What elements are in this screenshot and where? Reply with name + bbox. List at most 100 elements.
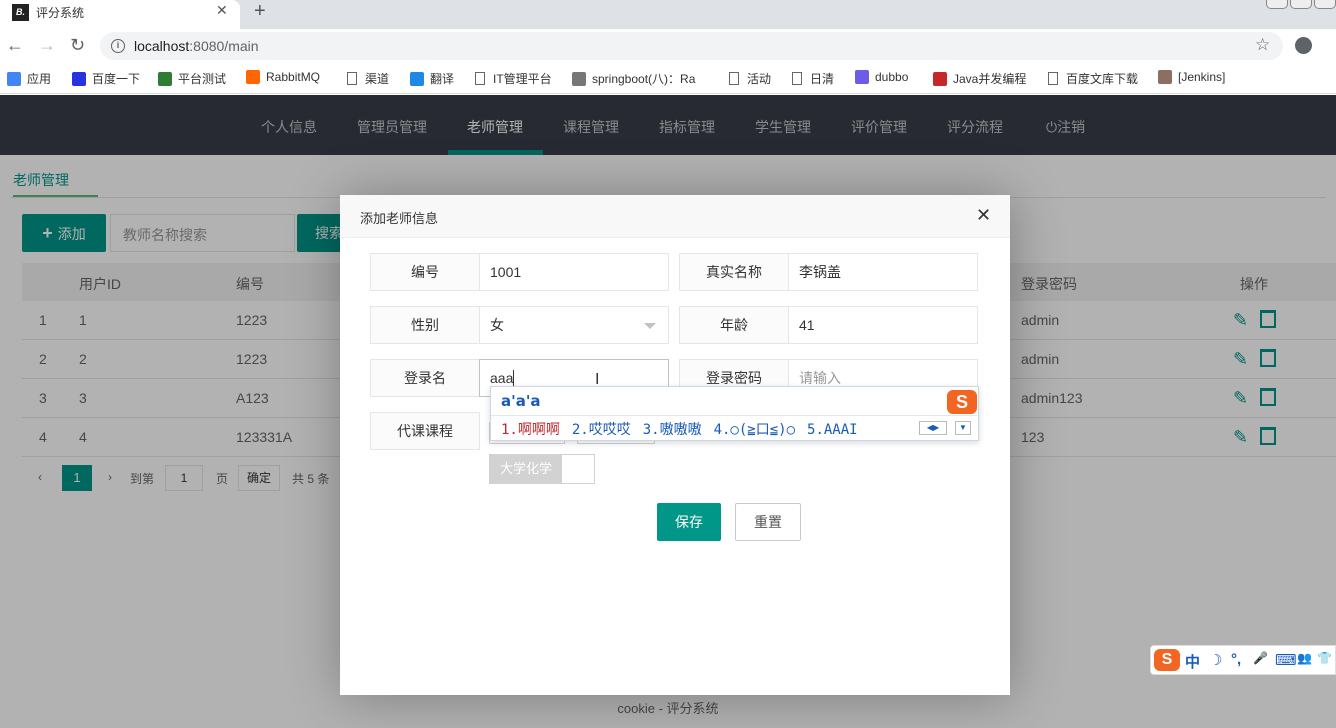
bookmark-star-icon[interactable]: ☆	[1255, 35, 1270, 55]
sogou-status-logo-icon[interactable]: S	[1154, 649, 1180, 671]
tab-favicon-icon: B.	[12, 4, 29, 21]
bookmark-item[interactable]: dubbo	[855, 70, 908, 84]
profile-icon[interactable]	[1295, 37, 1312, 54]
ime-candidate[interactable]: 2.哎哎哎	[572, 422, 631, 438]
sogou-logo-icon: S	[947, 390, 977, 414]
gender-select[interactable]: 女	[479, 306, 669, 344]
course-checkbox-label: 大学化学	[490, 455, 563, 483]
ime-candidate[interactable]: 5.AAAI	[807, 422, 858, 438]
window-close-icon[interactable]	[1314, 0, 1336, 9]
ime-page-arrows-icon[interactable]: ◀▶	[919, 421, 947, 435]
bookmark-label: IT管理平台	[493, 72, 552, 86]
bookmark-item[interactable]: 平台测试	[158, 70, 226, 87]
bookmark-label: 百度文库下载	[1066, 72, 1139, 86]
bookmark-item[interactable]: 活动	[729, 70, 771, 87]
address-bar: ← → ↻ i localhost:8080/main ☆ ⋮	[0, 29, 1336, 62]
bookmark-label: 渠道	[365, 72, 390, 86]
reset-button[interactable]: 重置	[735, 503, 801, 541]
bookmark-label: 活动	[747, 72, 772, 86]
bookmark-item[interactable]: 百度文库下载	[1048, 70, 1138, 87]
platform-icon	[158, 72, 172, 86]
csdn-icon	[933, 72, 947, 86]
bookmark-item[interactable]: 应用	[7, 70, 51, 87]
ime-status-bar: S 中 ☽ °, 🎤 ⌨ 👥 👕	[1150, 645, 1336, 675]
bookmark-item[interactable]: 日清	[792, 70, 834, 87]
realname-label: 真实名称	[679, 253, 789, 291]
ime-keyboard-icon[interactable]: ⌨	[1275, 651, 1297, 669]
ime-composition: a'a'a	[501, 392, 541, 410]
save-button[interactable]: 保存	[657, 503, 721, 541]
bookmarks-bar: 应用 百度一下 平台测试 RabbitMQ 渠道 翻译 IT管理平台 springboot(八…	[0, 62, 1336, 94]
bookmark-label: 翻译	[430, 72, 455, 86]
ime-candidates: 1.啊啊啊 2.哎哎哎 3.嗷嗷嗷 4.○(≧口≦)○ 5.AAAI	[501, 419, 870, 439]
tab-close-icon[interactable]: ✕	[216, 2, 228, 19]
bookmark-item[interactable]: RabbitMQ	[246, 70, 320, 84]
bookmark-item[interactable]: Java并发编程	[933, 70, 1026, 87]
ime-halfwidth-icon[interactable]: ☽	[1209, 651, 1222, 669]
modal-title: 添加老师信息	[360, 211, 439, 226]
url-field[interactable]: i localhost:8080/main ☆	[100, 32, 1283, 60]
bookmark-item[interactable]: [Jenkins]	[1158, 70, 1225, 84]
ime-punctuation-icon[interactable]: °,	[1231, 651, 1241, 668]
baidu-icon	[72, 72, 86, 86]
login-input-value: aaa	[490, 370, 514, 386]
text-cursor	[513, 370, 515, 386]
realname-input[interactable]: 李锅盖	[788, 253, 978, 291]
forward-icon[interactable]: →	[38, 35, 56, 56]
login-label: 登录名	[370, 359, 480, 397]
tab-title: 评分系统	[36, 6, 85, 20]
chevron-down-icon	[644, 323, 656, 329]
new-tab-icon[interactable]: +	[254, 0, 266, 23]
bookmark-item[interactable]: 渠道	[347, 70, 389, 87]
back-icon[interactable]: ←	[6, 35, 24, 56]
course-checkbox-chemistry[interactable]: 大学化学	[489, 454, 595, 484]
bookmark-item[interactable]: 翻译	[410, 70, 454, 87]
site-info-icon[interactable]: i	[111, 39, 125, 53]
ime-divider	[491, 415, 978, 416]
ime-chinese-mode-icon[interactable]: 中	[1185, 651, 1200, 672]
bookmark-label: springboot(八)：Ra	[592, 72, 696, 86]
bookmark-item[interactable]: springboot(八)：Ra	[572, 70, 695, 87]
bookmark-item[interactable]: 百度一下	[72, 70, 140, 87]
code-input[interactable]: 1001	[479, 253, 669, 291]
browser-menu-icon[interactable]: ⋮	[1330, 37, 1336, 54]
age-input[interactable]: 41	[788, 306, 978, 344]
bookmark-label: [Jenkins]	[1178, 70, 1226, 84]
bookmark-label: 平台测试	[178, 72, 227, 86]
ime-candidate-window: a'a'a S 1.啊啊啊 2.哎哎哎 3.嗷嗷嗷 4.○(≧口≦)○ 5.AAAI ◀…	[490, 386, 979, 441]
bookmark-label: dubbo	[875, 70, 909, 84]
ime-candidate[interactable]: 1.啊啊啊	[501, 422, 560, 438]
ime-candidate[interactable]: 4.○(≧口≦)○	[714, 422, 795, 438]
reload-icon[interactable]: ↻	[70, 35, 85, 56]
maximize-icon[interactable]	[1290, 0, 1312, 9]
ime-skin-icon[interactable]: 👕	[1317, 651, 1332, 665]
browser-tab[interactable]: B. 评分系统 ✕	[0, 0, 240, 29]
page-icon	[475, 72, 485, 85]
add-teacher-modal: 添加老师信息 ✕ 编号 1001 真实名称 李锅盖 性别 女 年龄 41 登录名…	[340, 195, 1010, 695]
ime-voice-icon[interactable]: 🎤	[1253, 651, 1268, 665]
code-label: 编号	[370, 253, 480, 291]
bookmark-label: 应用	[27, 72, 52, 86]
browser-tab-bar: B. 评分系统 ✕ +	[0, 0, 1336, 29]
modal-close-icon[interactable]: ✕	[976, 205, 991, 226]
jenkins-icon	[1158, 70, 1172, 84]
ime-candidate[interactable]: 3.嗷嗷嗷	[643, 422, 702, 438]
url-text: localhost:8080/main	[134, 38, 259, 54]
ime-user-icon[interactable]: 👥	[1297, 651, 1312, 665]
age-label: 年龄	[679, 306, 789, 344]
page-icon	[1048, 72, 1058, 85]
gender-label: 性别	[370, 306, 480, 344]
bookmark-label: RabbitMQ	[266, 70, 321, 84]
ime-expand-icon[interactable]: ▼	[955, 421, 971, 435]
bookmark-label: 日清	[810, 72, 835, 86]
translate-icon	[410, 72, 424, 86]
course-label: 代课课程	[370, 412, 480, 450]
apps-icon	[7, 72, 21, 86]
springboot-icon	[572, 72, 586, 86]
minimize-icon[interactable]	[1266, 0, 1288, 9]
gender-selected-value: 女	[490, 317, 504, 333]
bookmark-item[interactable]: IT管理平台	[475, 70, 552, 87]
bookmark-label: Java并发编程	[953, 72, 1027, 86]
rabbitmq-icon	[246, 70, 260, 84]
page-icon	[792, 72, 802, 85]
